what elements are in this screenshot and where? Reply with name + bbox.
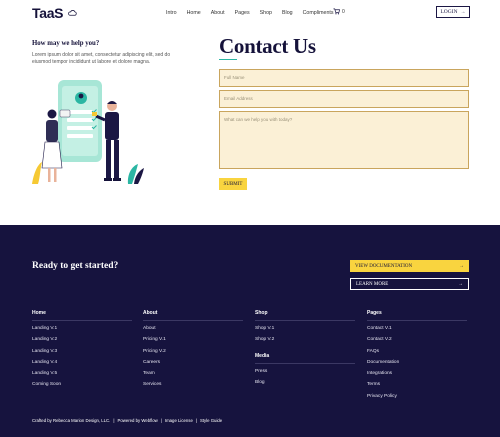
support-illustration	[32, 80, 144, 184]
footer-link[interactable]: Shop V.1	[255, 326, 355, 337]
footer-column-shop: Shop Shop V.1 Shop V.2 Media Press Blog	[255, 310, 355, 391]
footer-credits: Crafted by Rebecca Marion Design, LLC. |…	[32, 418, 222, 423]
arrow-right-icon: →	[460, 9, 466, 15]
credit-crafted-by[interactable]: Crafted by Rebecca Marion Design, LLC.	[32, 418, 110, 423]
arrow-right-icon: →	[458, 281, 463, 287]
title-underline	[219, 59, 237, 61]
nav-compliments[interactable]: Compliments	[303, 10, 334, 16]
nav-about[interactable]: About	[211, 10, 225, 16]
full-name-input[interactable]: Full Name	[219, 69, 469, 87]
cloud-icon	[68, 10, 77, 16]
footer-link[interactable]: Terms	[367, 382, 467, 393]
submit-button[interactable]: SUBMIT	[219, 178, 247, 190]
footer-link[interactable]: Blog	[255, 380, 355, 391]
footer-link[interactable]: FAQs	[367, 349, 467, 360]
nav-home[interactable]: Home	[187, 10, 201, 16]
footer-link[interactable]: Pricing V.1	[143, 337, 243, 348]
ready-heading: Ready to get started?	[32, 261, 119, 271]
login-label: LOGIN	[440, 9, 458, 15]
footer-link[interactable]: Services	[143, 382, 243, 393]
credit-powered-by[interactable]: Powered by Webflow	[117, 418, 157, 423]
column-title-media: Media	[255, 353, 355, 364]
logo[interactable]: TaaS	[32, 5, 64, 21]
footer-link[interactable]: Team	[143, 371, 243, 382]
main-nav: Intro Home About Pages Shop Blog Complim…	[166, 10, 344, 16]
login-button[interactable]: LOGIN →	[436, 6, 470, 18]
footer-link[interactable]: Landing V.5	[32, 371, 132, 382]
nav-blog[interactable]: Blog	[282, 10, 293, 16]
separator: |	[113, 418, 115, 423]
learn-more-button[interactable]: LEARN MORE →	[350, 278, 469, 290]
view-documentation-button[interactable]: VIEW DOCUMENTATION →	[350, 260, 469, 272]
footer-link[interactable]: Landing V.4	[32, 360, 132, 371]
arrow-right-icon: →	[459, 263, 464, 269]
email-input[interactable]: Email Address	[219, 90, 469, 108]
help-text: Lorem ipsum dolor sit amet, consectetur …	[32, 52, 171, 65]
learn-more-label: LEARN MORE	[356, 281, 389, 287]
footer-link[interactable]: Coming Soon	[32, 382, 132, 393]
footer-link[interactable]: Contact V.1	[367, 326, 467, 337]
message-textarea[interactable]: What can we help you with today?	[219, 111, 469, 169]
nav-shop[interactable]: Shop	[260, 10, 272, 16]
footer-column-home: Home Landing V.1 Landing V.2 Landing V.3…	[32, 310, 132, 394]
nav-intro[interactable]: Intro	[166, 10, 177, 16]
credit-image-license[interactable]: Image License	[165, 418, 193, 423]
footer-link[interactable]: Press	[255, 369, 355, 380]
contact-title: Contact Us	[219, 34, 316, 58]
site-header: TaaS Intro Home About Pages Shop Blog Co…	[0, 0, 500, 26]
help-title: How may we help you?	[32, 40, 100, 47]
separator: |	[160, 418, 162, 423]
footer-link[interactable]: Landing V.2	[32, 337, 132, 348]
cart-icon[interactable]	[333, 8, 340, 15]
column-title: Home	[32, 310, 132, 321]
footer-link[interactable]: Landing V.3	[32, 349, 132, 360]
credit-style-guide[interactable]: Style Guide	[200, 418, 222, 423]
footer-link[interactable]: Documentation	[367, 360, 467, 371]
footer-column-about: About About Pricing V.1 Pricing V.2 Care…	[143, 310, 243, 394]
column-title: About	[143, 310, 243, 321]
column-title: Shop	[255, 310, 355, 321]
cart-count: 0	[342, 9, 345, 15]
footer-column-pages: Pages Contact V.1 Contact V.2 FAQs Docum…	[367, 310, 467, 405]
footer-link[interactable]: Privacy Policy	[367, 394, 467, 405]
footer-link[interactable]: Careers	[143, 360, 243, 371]
separator: |	[195, 418, 197, 423]
nav-pages[interactable]: Pages	[235, 10, 250, 16]
footer-link[interactable]: Integrations	[367, 371, 467, 382]
footer-link[interactable]: Pricing V.2	[143, 349, 243, 360]
view-documentation-label: VIEW DOCUMENTATION	[355, 263, 413, 269]
footer-link[interactable]: About	[143, 326, 243, 337]
footer-link[interactable]: Landing V.1	[32, 326, 132, 337]
footer-link[interactable]: Contact V.2	[367, 337, 467, 348]
column-title: Pages	[367, 310, 467, 321]
footer-link[interactable]: Shop V.2	[255, 337, 355, 348]
site-footer: Ready to get started? VIEW DOCUMENTATION…	[0, 225, 500, 437]
